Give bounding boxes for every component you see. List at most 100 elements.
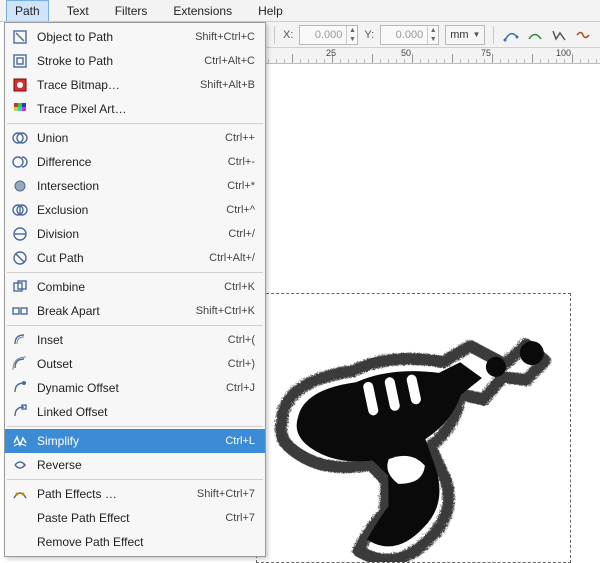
menu-separator [7, 123, 263, 124]
menuitem-linked-offset[interactable]: Linked Offset [5, 400, 265, 424]
menuitem-remove-path-effect[interactable]: Remove Path Effect [5, 530, 265, 554]
menuitem-label: Difference [37, 155, 220, 169]
menuitem-paste-path-effect[interactable]: Paste Path EffectCtrl+7 [5, 506, 265, 530]
menuitem-cut-path[interactable]: Cut Path Ctrl+Alt+/ [5, 246, 265, 270]
outset-icon [11, 355, 29, 373]
menuitem-accelerator: Ctrl+/ [228, 228, 255, 240]
menuitem-label: Trace Bitmap… [37, 78, 192, 92]
tool-icon-1[interactable] [502, 26, 520, 44]
menuitem-label: Linked Offset [37, 405, 247, 419]
tool-icon-2[interactable] [526, 26, 544, 44]
ruler-label: 25 [326, 48, 336, 58]
canvas[interactable] [266, 64, 600, 556]
menuitem-accelerator: Ctrl+K [224, 281, 255, 293]
menuitem-label: Inset [37, 333, 220, 347]
menuitem-accelerator: Ctrl++ [225, 132, 255, 144]
difference-icon [11, 153, 29, 171]
menuitem-path-effects[interactable]: Path Effects … Shift+Ctrl+7 [5, 482, 265, 506]
y-spinbox[interactable]: 0.000 ▲▼ [380, 25, 439, 45]
menubar: Path Text Filters Extensions Help [0, 0, 600, 22]
menuitem-label: Break Apart [37, 304, 188, 318]
path-menu-dropdown: Object to PathShift+Ctrl+CStroke to Path… [4, 22, 266, 557]
toolbar-separator [274, 26, 275, 44]
menuitem-union[interactable]: Union Ctrl++ [5, 126, 265, 150]
ruler-label: 100 [556, 48, 571, 58]
menuitem-accelerator: Ctrl+) [228, 358, 255, 370]
menuitem-label: Remove Path Effect [37, 535, 247, 549]
menu-text[interactable]: Text [59, 0, 97, 21]
menuitem-trace-pixel-art[interactable]: Trace Pixel Art… [5, 97, 265, 121]
ruler-label: 75 [481, 48, 491, 58]
menuitem-label: Object to Path [37, 30, 187, 44]
menuitem-accelerator: Shift+Alt+B [200, 79, 255, 91]
object-to-path-icon [11, 28, 29, 46]
menuitem-inset[interactable]: Inset Ctrl+( [5, 328, 265, 352]
menuitem-label: Cut Path [37, 251, 201, 265]
menuitem-accelerator: Ctrl+J [226, 382, 255, 394]
x-value: 0.000 [300, 29, 346, 41]
menuitem-label: Stroke to Path [37, 54, 196, 68]
menuitem-accelerator: Ctrl+Alt+/ [209, 252, 255, 264]
menuitem-label: Combine [37, 280, 216, 294]
menu-help[interactable]: Help [250, 0, 291, 21]
path-effects-icon [11, 485, 29, 503]
menuitem-label: Dynamic Offset [37, 381, 218, 395]
x-label: X: [283, 29, 293, 41]
menuitem-label: Exclusion [37, 203, 218, 217]
break-apart-icon [11, 302, 29, 320]
menuitem-accelerator: Ctrl+( [228, 334, 255, 346]
tool-icon-4[interactable] [574, 26, 592, 44]
paste-path-effect-icon [11, 509, 29, 527]
coordinate-toolbar: X: 0.000 ▲▼ Y: 0.000 ▲▼ mm ▼ [266, 22, 600, 48]
menu-path[interactable]: Path [6, 0, 49, 21]
spin-arrows[interactable]: ▲▼ [346, 26, 357, 44]
spin-arrows[interactable]: ▲▼ [427, 26, 438, 44]
combine-icon [11, 278, 29, 296]
exclusion-icon [11, 201, 29, 219]
y-value: 0.000 [381, 29, 427, 41]
menuitem-division[interactable]: Division Ctrl+/ [5, 222, 265, 246]
x-spinbox[interactable]: 0.000 ▲▼ [299, 25, 358, 45]
menu-filters[interactable]: Filters [107, 0, 156, 21]
menuitem-accelerator: Ctrl+Alt+C [204, 55, 255, 67]
menuitem-dynamic-offset[interactable]: Dynamic Offset Ctrl+J [5, 376, 265, 400]
intersection-icon [11, 177, 29, 195]
menuitem-label: Union [37, 131, 217, 145]
menuitem-intersection[interactable]: IntersectionCtrl+* [5, 174, 265, 198]
menu-extensions[interactable]: Extensions [165, 0, 240, 21]
union-icon [11, 129, 29, 147]
menuitem-reverse[interactable]: Reverse [5, 453, 265, 477]
menuitem-label: Intersection [37, 179, 219, 193]
menuitem-accelerator: Shift+Ctrl+7 [197, 488, 255, 500]
trace-bitmap-icon [11, 76, 29, 94]
menuitem-object-to-path[interactable]: Object to PathShift+Ctrl+C [5, 25, 265, 49]
menuitem-difference[interactable]: DifferenceCtrl+- [5, 150, 265, 174]
unit-dropdown[interactable]: mm ▼ [445, 25, 485, 45]
menuitem-accelerator: Ctrl+L [225, 435, 255, 447]
trace-pixel-icon [11, 100, 29, 118]
menuitem-stroke-to-path[interactable]: Stroke to Path Ctrl+Alt+C [5, 49, 265, 73]
linked-offset-icon [11, 403, 29, 421]
simplify-icon [11, 432, 29, 450]
toolbar-separator [493, 26, 494, 44]
menuitem-outset[interactable]: OutsetCtrl+) [5, 352, 265, 376]
menuitem-label: Path Effects … [37, 487, 189, 501]
tool-icon-3[interactable] [550, 26, 568, 44]
selected-artwork[interactable] [256, 294, 566, 562]
menuitem-label: Paste Path Effect [37, 511, 217, 525]
menuitem-trace-bitmap[interactable]: Trace Bitmap… Shift+Alt+B [5, 73, 265, 97]
menuitem-simplify[interactable]: SimplifyCtrl+L [5, 429, 265, 453]
menu-separator [7, 325, 263, 326]
division-icon [11, 225, 29, 243]
menuitem-combine[interactable]: Combine Ctrl+K [5, 275, 265, 299]
menuitem-label: Division [37, 227, 220, 241]
menu-separator [7, 479, 263, 480]
y-label: Y: [364, 29, 374, 41]
reverse-icon [11, 456, 29, 474]
unit-label: mm [450, 29, 468, 41]
menuitem-accelerator: Ctrl+^ [226, 204, 255, 216]
stroke-to-path-icon [11, 52, 29, 70]
menuitem-break-apart[interactable]: Break ApartShift+Ctrl+K [5, 299, 265, 323]
chevron-down-icon: ▼ [473, 30, 481, 39]
menuitem-exclusion[interactable]: Exclusion Ctrl+^ [5, 198, 265, 222]
